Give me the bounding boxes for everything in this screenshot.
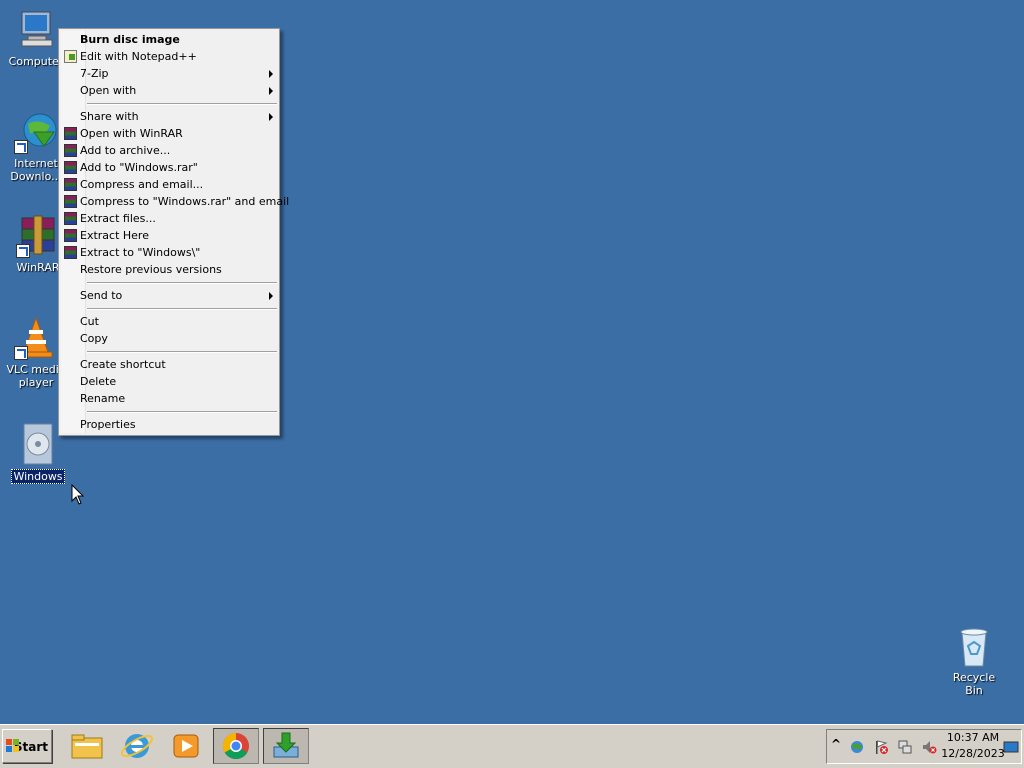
- winrar-icon: [64, 229, 77, 242]
- disc-image-file-icon: [16, 422, 60, 466]
- windows-logo-icon: [6, 739, 19, 752]
- winrar-icon: [64, 195, 77, 208]
- menu-separator: [87, 308, 277, 310]
- taskbar-download-manager[interactable]: [263, 728, 309, 764]
- recycle-bin-icon: [952, 624, 996, 668]
- chrome-icon: [222, 732, 249, 760]
- taskbar: Start ^: [0, 724, 1024, 768]
- menu-item-copy[interactable]: Copy: [61, 330, 277, 347]
- winrar-icon: [64, 178, 77, 191]
- internet-explorer-icon: [120, 734, 154, 758]
- network-connection-icon[interactable]: [897, 739, 913, 755]
- menu-item-7-zip[interactable]: 7-Zip: [61, 65, 277, 82]
- winrar-icon: [64, 246, 77, 259]
- desktop-icon-vlc[interactable]: VLC media player: [6, 316, 66, 389]
- menu-item-properties[interactable]: Properties: [61, 416, 277, 433]
- submenu-arrow-icon: [269, 70, 273, 78]
- shortcut-arrow-icon: [16, 244, 30, 258]
- network-globe-icon[interactable]: [849, 739, 865, 755]
- winrar-icon: [64, 127, 77, 140]
- menu-item-burn-disc-image[interactable]: Burn disc image: [61, 31, 277, 48]
- taskbar-media-player[interactable]: [163, 728, 209, 764]
- desktop-icon-label: Computer: [8, 55, 64, 68]
- vlc-cone-icon: [14, 316, 58, 360]
- menu-item-restore-previous-versions[interactable]: Restore previous versions: [61, 261, 277, 278]
- notepad-plus-plus-icon: [64, 50, 77, 63]
- desktop-icon-label: Internet Downlo...: [10, 157, 62, 183]
- menu-item-share-with[interactable]: Share with: [61, 108, 277, 125]
- menu-separator: [87, 103, 277, 105]
- desktop-icon-internet-download-manager[interactable]: Internet Downlo...: [6, 110, 66, 183]
- menu-item-open-with[interactable]: Open with: [61, 82, 277, 99]
- mouse-cursor-icon: [71, 484, 85, 505]
- desktop-icon-computer[interactable]: Computer: [6, 8, 66, 68]
- submenu-arrow-icon: [269, 292, 273, 300]
- submenu-arrow-icon: [269, 113, 273, 121]
- menu-item-extract-here[interactable]: Extract Here: [61, 227, 277, 244]
- file-explorer-icon: [71, 734, 103, 759]
- menu-item-rename[interactable]: Rename: [61, 390, 277, 407]
- winrar-icon: [16, 214, 60, 258]
- taskbar-internet-explorer[interactable]: [114, 728, 160, 764]
- menu-item-create-shortcut[interactable]: Create shortcut: [61, 356, 277, 373]
- menu-separator: [87, 411, 277, 413]
- desktop-icon-label: Recycle Bin: [952, 671, 996, 697]
- menu-item-cut[interactable]: Cut: [61, 313, 277, 330]
- menu-item-add-to-archive[interactable]: Add to archive...: [61, 142, 277, 159]
- menu-item-open-with-winrar[interactable]: Open with WinRAR: [61, 125, 277, 142]
- winrar-icon: [64, 161, 77, 174]
- submenu-arrow-icon: [269, 87, 273, 95]
- show-hidden-icons-chevron-icon[interactable]: ^: [831, 737, 847, 753]
- shortcut-arrow-icon: [14, 140, 28, 154]
- winrar-icon: [64, 212, 77, 225]
- action-center-flag-icon[interactable]: [873, 739, 889, 755]
- media-player-icon: [173, 734, 199, 758]
- internet-download-manager-icon: [14, 110, 58, 154]
- shortcut-arrow-icon: [14, 346, 28, 360]
- menu-item-edit-with-notepad-plus-plus[interactable]: Edit with Notepad++: [61, 48, 277, 65]
- menu-item-extract-to-windows[interactable]: Extract to "Windows\": [61, 244, 277, 261]
- menu-item-send-to[interactable]: Send to: [61, 287, 277, 304]
- desktop-icon-label: Windows: [11, 469, 65, 484]
- menu-item-compress-to-windows-rar-and-email[interactable]: Compress to "Windows.rar" and email: [61, 193, 289, 210]
- clock-time[interactable]: 10:37 AM: [945, 731, 1001, 744]
- clock-date[interactable]: 12/28/2023: [940, 747, 1006, 760]
- winrar-icon: [64, 144, 77, 157]
- taskbar-file-explorer[interactable]: [64, 728, 110, 764]
- volume-muted-icon[interactable]: [921, 739, 937, 755]
- menu-item-delete[interactable]: Delete: [61, 373, 277, 390]
- download-manager-icon: [273, 732, 299, 758]
- desktop-icon-recycle-bin[interactable]: Recycle Bin: [944, 624, 1004, 697]
- start-button[interactable]: Start: [2, 729, 52, 763]
- taskbar-chrome[interactable]: [213, 728, 259, 764]
- menu-item-add-to-windows-rar[interactable]: Add to "Windows.rar": [61, 159, 277, 176]
- menu-separator: [87, 351, 277, 353]
- context-menu: Burn disc image Edit with Notepad++ 7-Zi…: [58, 28, 289, 436]
- menu-item-extract-files[interactable]: Extract files...: [61, 210, 277, 227]
- menu-separator: [87, 282, 277, 284]
- desktop-icon-label: VLC media player: [6, 363, 66, 389]
- menu-item-compress-and-email[interactable]: Compress and email...: [61, 176, 277, 193]
- computer-icon: [14, 8, 58, 52]
